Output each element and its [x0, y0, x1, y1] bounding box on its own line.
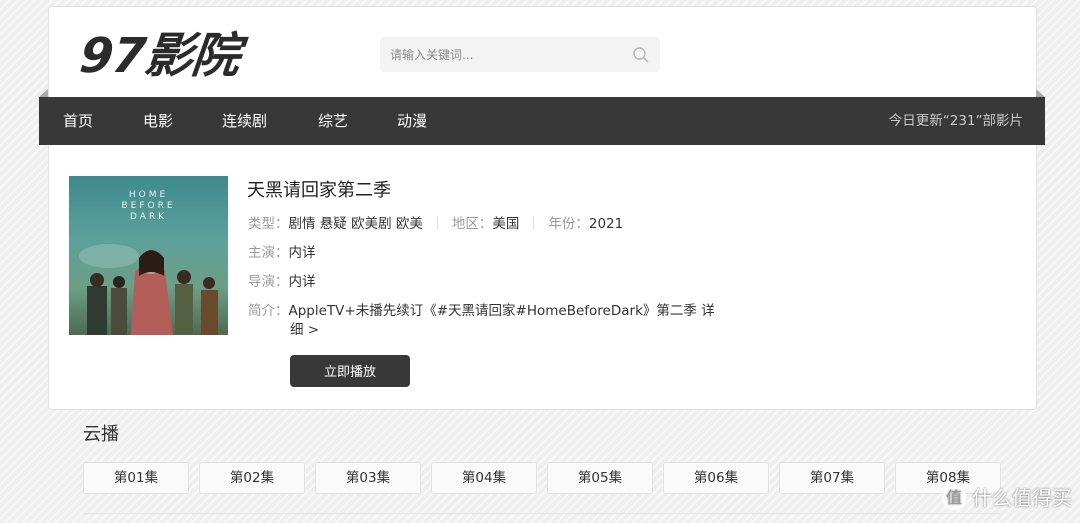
meta-row-cast: 主演：内详: [248, 241, 316, 261]
show-title: 天黑请回家第二季: [247, 180, 391, 201]
director-value: 内详: [288, 274, 316, 290]
nav-item-series[interactable]: 连续剧: [222, 97, 267, 145]
nav-item-movies[interactable]: 电影: [143, 97, 173, 145]
search-box: [380, 37, 660, 72]
nav-ribbon-fold-left: [39, 89, 48, 97]
poster-image[interactable]: HOME BEFORE DARK: [69, 176, 228, 335]
meta-row-summary: 简介：AppleTV+未播先续订《#天黑请回家#HomeBeforeDark》第…: [248, 299, 715, 319]
site-logo[interactable]: 97影院: [77, 27, 333, 85]
nav-item-variety[interactable]: 综艺: [318, 97, 348, 145]
watermark-badge-icon: 值: [942, 486, 966, 510]
cast-label: 主演：: [248, 245, 289, 261]
summary-more-link[interactable]: 细 >: [290, 318, 319, 338]
summary-label: 简介：: [248, 303, 289, 319]
region-value[interactable]: 美国: [492, 216, 519, 232]
episode-button[interactable]: 第03集: [315, 462, 421, 494]
divider: [83, 513, 1001, 514]
summary-text: AppleTV+未播先续订《#天黑请回家#HomeBeforeDark》第二季 …: [288, 303, 715, 319]
episode-button[interactable]: 第04集: [431, 462, 537, 494]
divider: [436, 216, 438, 230]
update-status: 今日更新“231”部影片: [888, 113, 1023, 129]
year-value[interactable]: 2021: [589, 216, 623, 232]
play-now-button[interactable]: 立即播放: [290, 355, 410, 387]
episode-button[interactable]: 第05集: [547, 462, 653, 494]
search-input[interactable]: [380, 37, 620, 72]
playlist-title: 云播: [83, 424, 119, 445]
region-label: 地区：: [451, 216, 493, 232]
watermark-text: 什么值得买: [972, 486, 1072, 510]
episode-button[interactable]: 第01集: [83, 462, 189, 494]
episode-button[interactable]: 第07集: [779, 462, 885, 494]
type-label: 类型：: [248, 216, 289, 232]
episode-button[interactable]: 第02集: [199, 462, 305, 494]
nav-item-anime[interactable]: 动漫: [397, 97, 427, 145]
meta-row-director: 导演：内详: [248, 270, 316, 290]
nav-item-home[interactable]: 首页: [63, 97, 93, 145]
director-label: 导演：: [248, 274, 289, 290]
cast-value: 内详: [288, 245, 316, 261]
main-nav: 首页 电影 连续剧 综艺 动漫 今日更新“231”部影片: [39, 97, 1045, 145]
divider: [533, 216, 535, 230]
poster-figures: [79, 244, 218, 335]
year-label: 年份：: [548, 216, 589, 232]
watermark: 值什么值得买: [942, 483, 1072, 513]
type-value[interactable]: 剧情 悬疑 欧美剧 欧美: [289, 216, 423, 232]
episode-button[interactable]: 第06集: [663, 462, 769, 494]
meta-row-info: 类型：剧情 悬疑 欧美剧 欧美 地区：美国 年份：2021: [248, 212, 623, 232]
search-icon[interactable]: [632, 46, 650, 64]
nav-ribbon-fold-right: [1036, 89, 1045, 97]
